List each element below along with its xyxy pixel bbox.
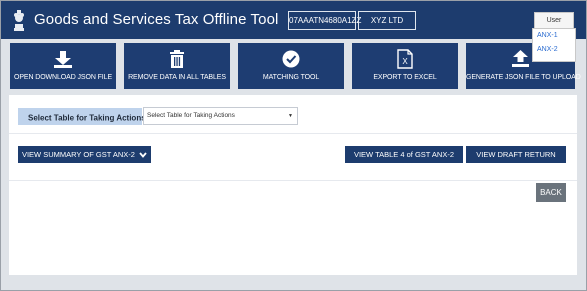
open-download-json-button[interactable]: OPEN DOWNLOAD JSON FILE	[10, 43, 116, 89]
tile-label: REMOVE DATA IN ALL TABLES	[128, 74, 226, 81]
download-icon	[54, 51, 72, 68]
tile-label: EXPORT TO EXCEL	[373, 74, 437, 81]
excel-file-icon: X	[397, 49, 413, 69]
svg-text:X: X	[402, 57, 408, 66]
matching-tool-button[interactable]: MATCHING TOOL	[238, 43, 344, 89]
tile-label: GENERATE JSON FILE TO UPLOAD	[466, 74, 581, 81]
tile-label: OPEN DOWNLOAD JSON FILE	[13, 74, 113, 81]
section-divider	[9, 180, 577, 181]
national-emblem-icon	[14, 10, 24, 31]
view-summary-label: VIEW SUMMARY OF GST ANX-2	[21, 150, 135, 159]
table-select-label-text: Select Table for Taking Actions	[28, 113, 146, 123]
action-tiles: OPEN DOWNLOAD JSON FILE REMOVE DATA IN A…	[10, 43, 581, 90]
remove-data-button[interactable]: REMOVE DATA IN ALL TABLES	[124, 43, 230, 89]
menu-item-anx-2[interactable]: ANX-2	[533, 43, 575, 57]
app-title: Goods and Services Tax Offline Tool	[34, 11, 279, 28]
view-summary-button[interactable]: VIEW SUMMARY OF GST ANX-2	[18, 146, 151, 163]
caret-down-icon: ▼	[288, 113, 293, 119]
gstin-badge: 07AAATN4680A1ZZ	[288, 11, 361, 30]
menu-item-anx-1[interactable]: ANX-1	[533, 29, 575, 43]
chevron-down-icon	[139, 152, 147, 158]
table-select-value: Select Table for Taking Actions	[147, 112, 235, 119]
tile-label: MATCHING TOOL	[262, 74, 320, 81]
view-draft-return-button[interactable]: VIEW DRAFT RETURN	[466, 146, 566, 163]
check-circle-icon	[282, 50, 300, 68]
legal-name-badge: XYZ LTD	[358, 11, 416, 30]
table-select-dropdown[interactable]: Select Table for Taking Actions ▼	[143, 107, 298, 125]
back-button[interactable]: BACK	[536, 183, 566, 202]
main-panel: Select Table for Taking Actions* Select …	[9, 95, 577, 275]
trash-icon	[170, 50, 184, 68]
section-divider	[9, 133, 577, 134]
table-select-label: Select Table for Taking Actions*	[18, 108, 148, 125]
view-table4-button[interactable]: VIEW TABLE 4 of GST ANX-2	[345, 146, 463, 163]
user-manual-menu: ANX-1 ANX-2	[532, 28, 576, 62]
app-header: Goods and Services Tax Offline Tool 07AA…	[1, 1, 586, 39]
export-to-excel-button[interactable]: X EXPORT TO EXCEL	[352, 43, 458, 89]
